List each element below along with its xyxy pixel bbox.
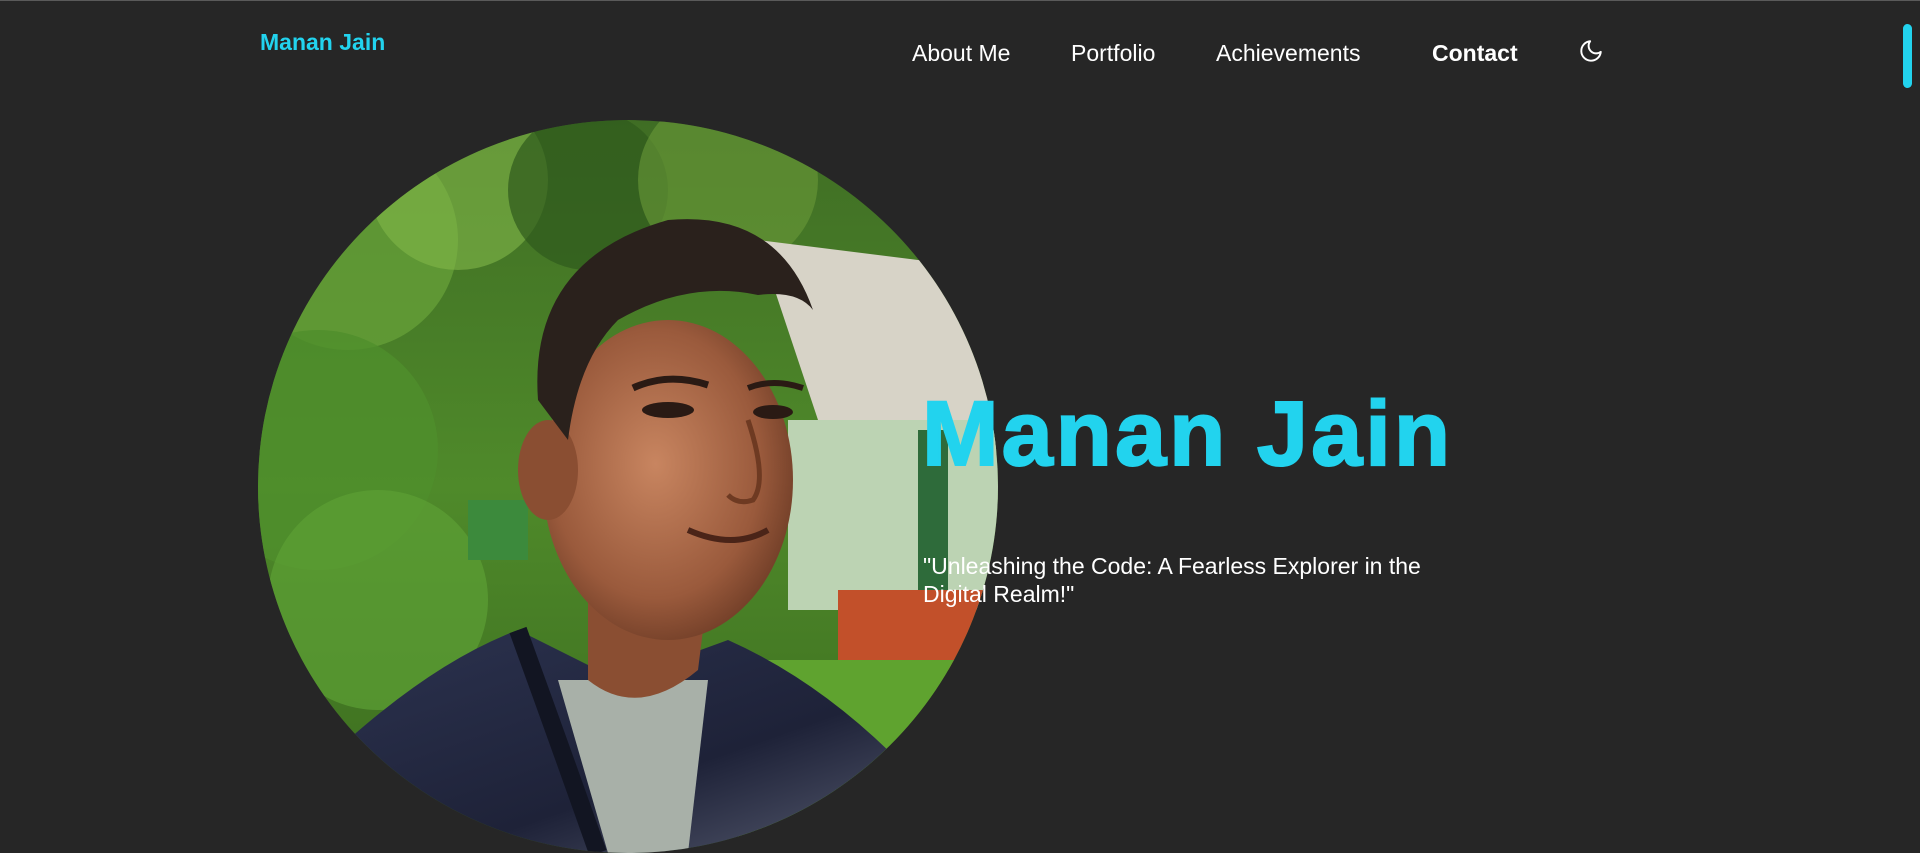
profile-photo <box>258 120 998 853</box>
top-border <box>0 0 1920 1</box>
scrollbar-thumb[interactable] <box>1903 24 1912 88</box>
hero-tagline: "Unleashing the Code: A Fearless Explore… <box>923 553 1421 607</box>
nav-achievements[interactable]: Achievements <box>1216 40 1360 67</box>
nav-contact[interactable]: Contact <box>1432 40 1518 67</box>
theme-toggle-button[interactable] <box>1578 38 1604 64</box>
nav-portfolio[interactable]: Portfolio <box>1071 40 1155 67</box>
hero-name: Manan Jain <box>921 383 1454 485</box>
nav-about-me[interactable]: About Me <box>912 40 1010 67</box>
brand-logo[interactable]: Manan Jain <box>260 29 385 56</box>
moon-icon <box>1580 40 1602 62</box>
